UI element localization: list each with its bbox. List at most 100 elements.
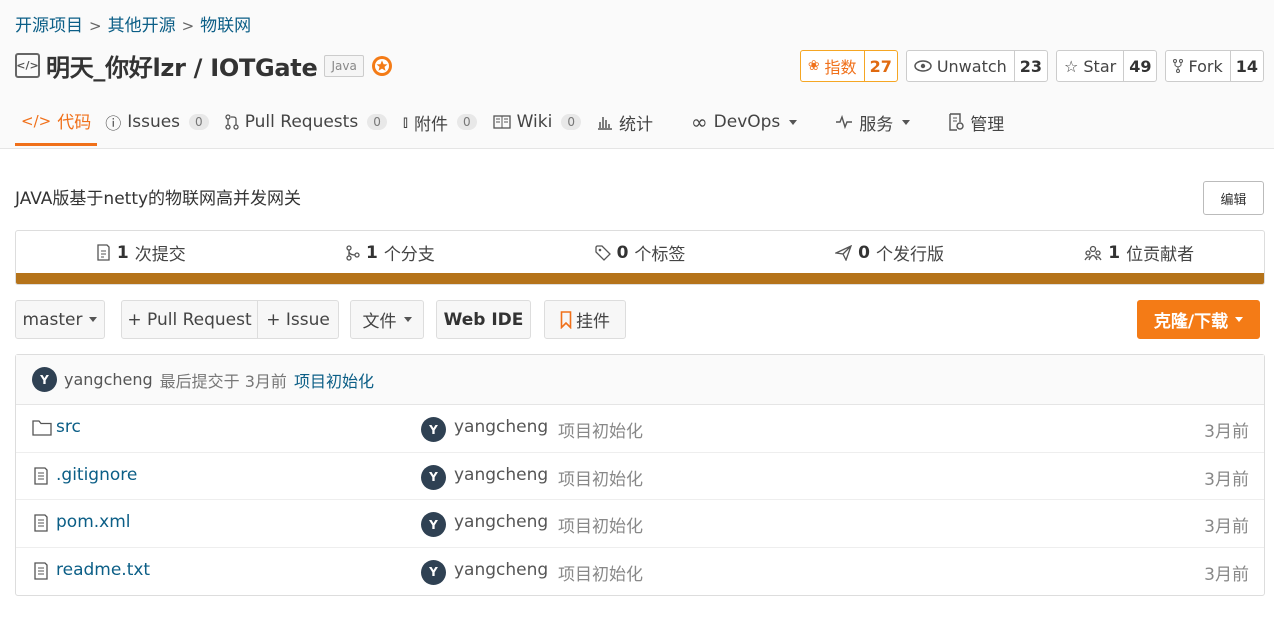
- file-author[interactable]: yangcheng: [454, 417, 548, 437]
- language-badge[interactable]: Java: [324, 54, 364, 77]
- file-name-link[interactable]: src: [56, 417, 81, 437]
- gvp-medal-icon[interactable]: [370, 54, 394, 78]
- chevron-down-icon: [1235, 317, 1244, 322]
- code-repo-icon: </>: [15, 53, 40, 78]
- tab-label: 服务: [859, 114, 894, 135]
- breadcrumb-item-other[interactable]: 其他开源: [108, 16, 176, 36]
- tab-label: 管理: [970, 114, 1005, 135]
- commit-message[interactable]: 项目初始化: [294, 368, 374, 392]
- table-row: src Y yangcheng 项目初始化 3月前: [16, 405, 1264, 453]
- file-time: 3月前: [1204, 469, 1249, 490]
- branch-label: master: [22, 309, 83, 330]
- tab-services[interactable]: 服务: [827, 98, 918, 146]
- tab-attachments[interactable]: ⫾ 附件 0: [395, 98, 485, 146]
- infinity-icon: ∞: [690, 110, 708, 134]
- star-count[interactable]: 49: [1123, 51, 1156, 81]
- repo-tabs: </> 代码 ⓘ Issues 0 Pull Requests 0 ⫾ 附件 0…: [15, 98, 1012, 149]
- stat-contributors[interactable]: 1 位贡献者: [1014, 240, 1264, 265]
- pulse-icon: [836, 115, 853, 129]
- branch-select[interactable]: master: [15, 300, 105, 339]
- paperclip-icon: ⫾: [402, 112, 408, 131]
- table-row: .gitignore Y yangcheng 项目初始化 3月前: [16, 453, 1264, 500]
- file-icon: [34, 466, 48, 485]
- code-icon: </>: [21, 111, 52, 130]
- watch-count[interactable]: 23: [1013, 51, 1047, 81]
- file-author[interactable]: yangcheng: [454, 560, 548, 580]
- file-name-link[interactable]: readme.txt: [56, 560, 150, 580]
- index-count[interactable]: 27: [863, 51, 897, 81]
- star-icon: ☆: [1064, 56, 1079, 76]
- unwatch-label: Unwatch: [936, 56, 1007, 76]
- stat-branches[interactable]: 1 个分支: [266, 240, 516, 265]
- file-toolbar: master + Pull Request + Issue 文件 Web IDE…: [15, 300, 1265, 340]
- bar-chart-icon: [597, 117, 612, 130]
- tab-label: DevOps: [713, 112, 781, 132]
- edit-description-button[interactable]: 编辑: [1203, 181, 1264, 215]
- file-time: 3月前: [1204, 422, 1249, 442]
- new-pull-request-button[interactable]: + Pull Request: [121, 300, 258, 339]
- tab-devops[interactable]: ∞ DevOps: [683, 98, 805, 146]
- file-name-link[interactable]: .gitignore: [56, 465, 137, 485]
- web-ide-button[interactable]: Web IDE: [436, 300, 531, 339]
- tab-manage[interactable]: 管理: [940, 98, 1012, 146]
- tab-stats[interactable]: 统计: [589, 98, 661, 146]
- file-menu-button[interactable]: 文件: [350, 300, 424, 339]
- release-icon: [835, 244, 853, 261]
- branch-icon: [346, 244, 360, 261]
- file-author[interactable]: yangcheng: [454, 512, 548, 532]
- tab-badge: 0: [456, 114, 477, 130]
- avatar[interactable]: Y: [421, 464, 446, 490]
- stat-label: 个发行版: [876, 245, 944, 265]
- breadcrumb-separator: >: [181, 17, 195, 35]
- stat-tags[interactable]: 0 个标签: [515, 240, 765, 265]
- unwatch-button[interactable]: Unwatch 23: [905, 50, 1049, 82]
- repo-stats: 1 次提交 1 个分支 0 个标签 0 个发行版 1 位贡献者: [15, 230, 1265, 285]
- stat-count: 1: [116, 242, 129, 263]
- tab-wiki[interactable]: Wiki 0: [485, 98, 589, 146]
- tag-icon: [594, 244, 611, 261]
- clone-label: 克隆/下载: [1153, 312, 1229, 332]
- new-issue-button[interactable]: + Issue: [257, 300, 339, 339]
- repo-description: JAVA版基于netty的物联网高并发网关: [15, 189, 302, 209]
- tab-issues[interactable]: ⓘ Issues 0: [97, 98, 216, 146]
- stat-label: 个分支: [383, 245, 435, 265]
- settings-doc-icon: [949, 113, 964, 131]
- commit-author[interactable]: yangcheng: [64, 370, 153, 389]
- stat-commits[interactable]: 1 次提交: [16, 240, 266, 265]
- file-name-link[interactable]: pom.xml: [56, 512, 131, 532]
- fork-button[interactable]: Fork 14: [1165, 50, 1264, 82]
- avatar[interactable]: Y: [421, 512, 446, 537]
- file-commit-message[interactable]: 项目初始化: [558, 560, 643, 585]
- file-author[interactable]: yangcheng: [454, 465, 548, 485]
- file-icon: [34, 561, 48, 580]
- tab-pull-requests[interactable]: Pull Requests 0: [217, 98, 395, 146]
- file-icon: [34, 514, 48, 532]
- file-time: 3月前: [1204, 517, 1249, 537]
- issue-icon: ⓘ: [105, 114, 122, 133]
- tab-label: Issues: [127, 112, 181, 132]
- clone-download-button[interactable]: 克隆/下载: [1137, 300, 1260, 339]
- avatar[interactable]: Y: [421, 559, 446, 585]
- file-commit-message[interactable]: 项目初始化: [558, 465, 643, 490]
- widget-button[interactable]: 挂件: [544, 300, 626, 339]
- folder-icon: [32, 420, 52, 436]
- avatar[interactable]: Y: [421, 417, 446, 442]
- file-commit-message[interactable]: 项目初始化: [558, 512, 643, 537]
- index-button[interactable]: ❀ 指数 27: [799, 50, 898, 82]
- file-commit-message[interactable]: 项目初始化: [558, 417, 643, 442]
- stat-releases[interactable]: 0 个发行版: [765, 240, 1015, 265]
- star-button[interactable]: ☆ Star 49: [1056, 50, 1158, 82]
- last-commit-bar: Y yangcheng 最后提交于 3月前 项目初始化: [16, 355, 1264, 405]
- avatar[interactable]: Y: [32, 367, 57, 392]
- language-bar[interactable]: [16, 273, 1264, 284]
- fork-count[interactable]: 14: [1229, 51, 1263, 81]
- breadcrumb-item-iot[interactable]: 物联网: [200, 16, 251, 36]
- breadcrumb-separator: >: [89, 17, 102, 35]
- pull-request-label: + Pull Request: [127, 309, 252, 330]
- tab-label: Wiki: [516, 112, 553, 132]
- tab-code[interactable]: </> 代码: [15, 98, 98, 146]
- breadcrumb-item-open-source[interactable]: 开源项目: [15, 16, 83, 36]
- repo-title[interactable]: 明天_你好lzr / IOTGate: [46, 48, 318, 83]
- stat-count: 0: [858, 242, 870, 263]
- eye-icon: [914, 60, 932, 72]
